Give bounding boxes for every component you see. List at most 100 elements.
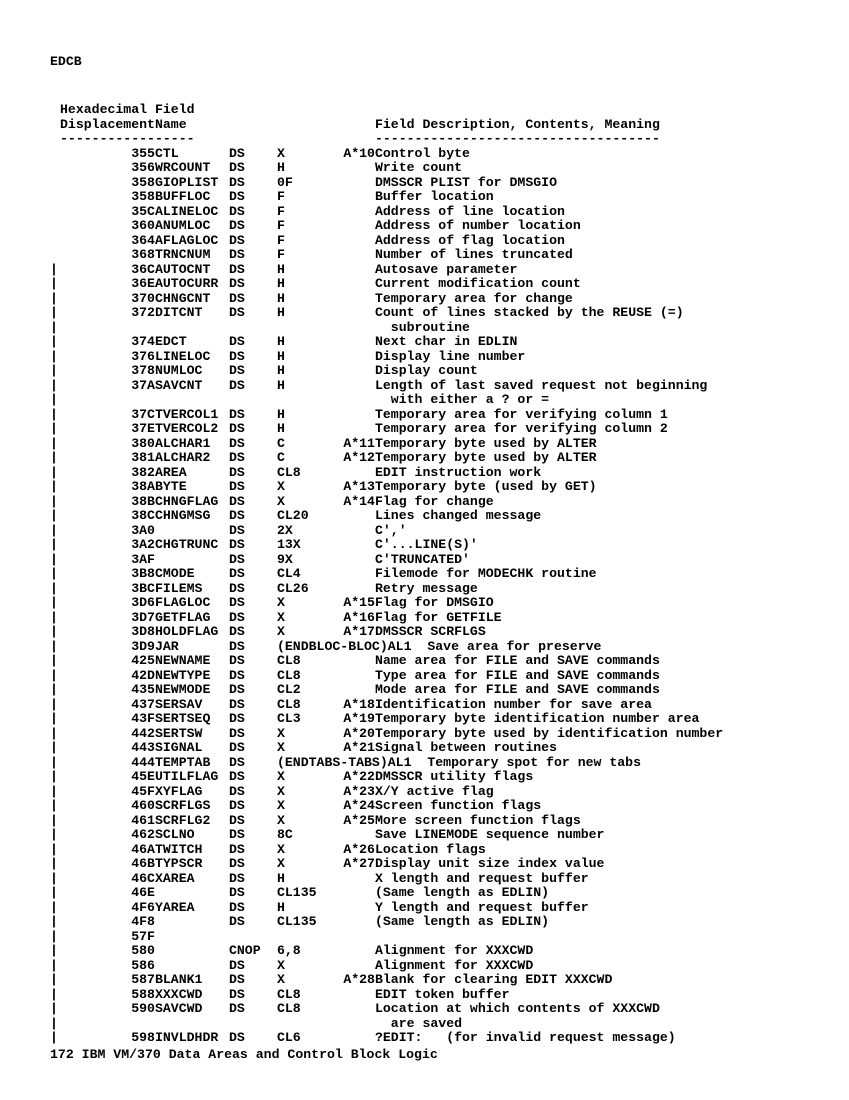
table-row: |374EDCTDSHNext char in EDLIN: [50, 335, 723, 350]
displacement: 586: [60, 959, 155, 974]
opcode: DS: [229, 770, 277, 785]
change-bar: |: [50, 422, 60, 437]
displacement: 45F: [60, 785, 155, 800]
displacement: 382: [60, 466, 155, 481]
opcode: DS: [229, 611, 277, 626]
displacement: 3A2: [60, 538, 155, 553]
field-name: SCRFLGS: [155, 799, 229, 814]
field-name: TVERCOL1: [155, 408, 229, 423]
opcode: DS: [229, 524, 277, 539]
description: Temporary area for change: [375, 292, 723, 307]
description: Control byte: [375, 147, 723, 162]
note-ref: [331, 292, 375, 307]
description: Temporary byte (used by GET): [375, 480, 723, 495]
description: Display count: [375, 364, 723, 379]
displacement: 42D: [60, 669, 155, 684]
displacement: 364: [60, 234, 155, 249]
field-name: CHNGFLAG: [155, 495, 229, 510]
change-bar: |: [50, 611, 60, 626]
field-name: [155, 930, 229, 945]
field-name: [155, 553, 229, 568]
displacement: 425: [60, 654, 155, 669]
description: Count of lines stacked by the REUSE (=): [375, 306, 723, 321]
table-row: |376LINELOCDSHDisplay line number: [50, 350, 723, 365]
opcode: DS: [229, 785, 277, 800]
type: H: [277, 263, 331, 278]
field-name: SCRFLG2: [155, 814, 229, 829]
note-ref: A*23: [331, 785, 375, 800]
displacement: 580: [60, 944, 155, 959]
note-ref: [331, 408, 375, 423]
type: [277, 321, 331, 336]
change-bar: [50, 248, 60, 263]
opcode: DS: [229, 654, 277, 669]
displacement: 462: [60, 828, 155, 843]
displacement: 588: [60, 988, 155, 1003]
change-bar: |: [50, 770, 60, 785]
opcode: DS: [229, 741, 277, 756]
note-ref: [331, 930, 375, 945]
type: X: [277, 495, 331, 510]
field-name: XAREA: [155, 872, 229, 887]
field-name: TEMPTAB: [155, 756, 229, 771]
displacement: 46E: [60, 886, 155, 901]
field-name: SERTSEQ: [155, 712, 229, 727]
type: X: [277, 814, 331, 829]
field-table: Hexadecimal Field Displacement Name Fiel…: [50, 103, 723, 1046]
displacement: 444: [60, 756, 155, 771]
change-bar: |: [50, 886, 60, 901]
type: H: [277, 161, 331, 176]
description: Address of number location: [375, 219, 723, 234]
change-bar: |: [50, 915, 60, 930]
displacement: 3BC: [60, 582, 155, 597]
change-bar: |: [50, 988, 60, 1003]
opcode: DS: [229, 364, 277, 379]
field-name: UTILFLAG: [155, 770, 229, 785]
change-bar: |: [50, 683, 60, 698]
opcode: DS: [229, 828, 277, 843]
description: Identification number for save area: [375, 698, 723, 713]
table-row: |462SCLNODS8CSave LINEMODE sequence numb…: [50, 828, 723, 843]
change-bar: |: [50, 799, 60, 814]
opcode: DS: [229, 582, 277, 597]
field-name: SIGNAL: [155, 741, 229, 756]
type: CL2: [277, 683, 331, 698]
change-bar: |: [50, 1002, 60, 1017]
type: X: [277, 741, 331, 756]
change-bar: [50, 147, 60, 162]
description: Screen function flags: [375, 799, 723, 814]
table-row: 35CALINELOCDSFAddress of line location: [50, 205, 723, 220]
note-ref: A*26: [331, 843, 375, 858]
opcode: DS: [229, 408, 277, 423]
field-name: LINELOC: [155, 350, 229, 365]
type: CL26: [277, 582, 331, 597]
hdr-name1: Field: [155, 103, 375, 118]
description: C',': [375, 524, 723, 539]
displacement: 3D7: [60, 611, 155, 626]
description: Next char in EDLIN: [375, 335, 723, 350]
displacement: 355: [60, 147, 155, 162]
opcode: DS: [229, 263, 277, 278]
table-row: |3D9JARDS(ENDBLOC-BLOC)AL1 Save area for…: [50, 640, 723, 655]
type-and-desc: (ENDBLOC-BLOC)AL1 Save area for preserve: [277, 640, 723, 655]
field-name: INVLDHDR: [155, 1031, 229, 1046]
opcode: DS: [229, 306, 277, 321]
type: X: [277, 959, 331, 974]
displacement: 4F6: [60, 901, 155, 916]
type: CL6: [277, 1031, 331, 1046]
opcode: DS: [229, 756, 277, 771]
opcode: DS: [229, 625, 277, 640]
type: X: [277, 799, 331, 814]
note-ref: A*19: [331, 712, 375, 727]
type: H: [277, 408, 331, 423]
description: Lines changed message: [375, 509, 723, 524]
change-bar: |: [50, 814, 60, 829]
note-ref: [331, 1002, 375, 1017]
field-name: SERTSW: [155, 727, 229, 742]
displacement: 4F8: [60, 915, 155, 930]
displacement: 46A: [60, 843, 155, 858]
note-ref: A*11: [331, 437, 375, 452]
change-bar: |: [50, 408, 60, 423]
note-ref: [331, 176, 375, 191]
change-bar: |: [50, 277, 60, 292]
